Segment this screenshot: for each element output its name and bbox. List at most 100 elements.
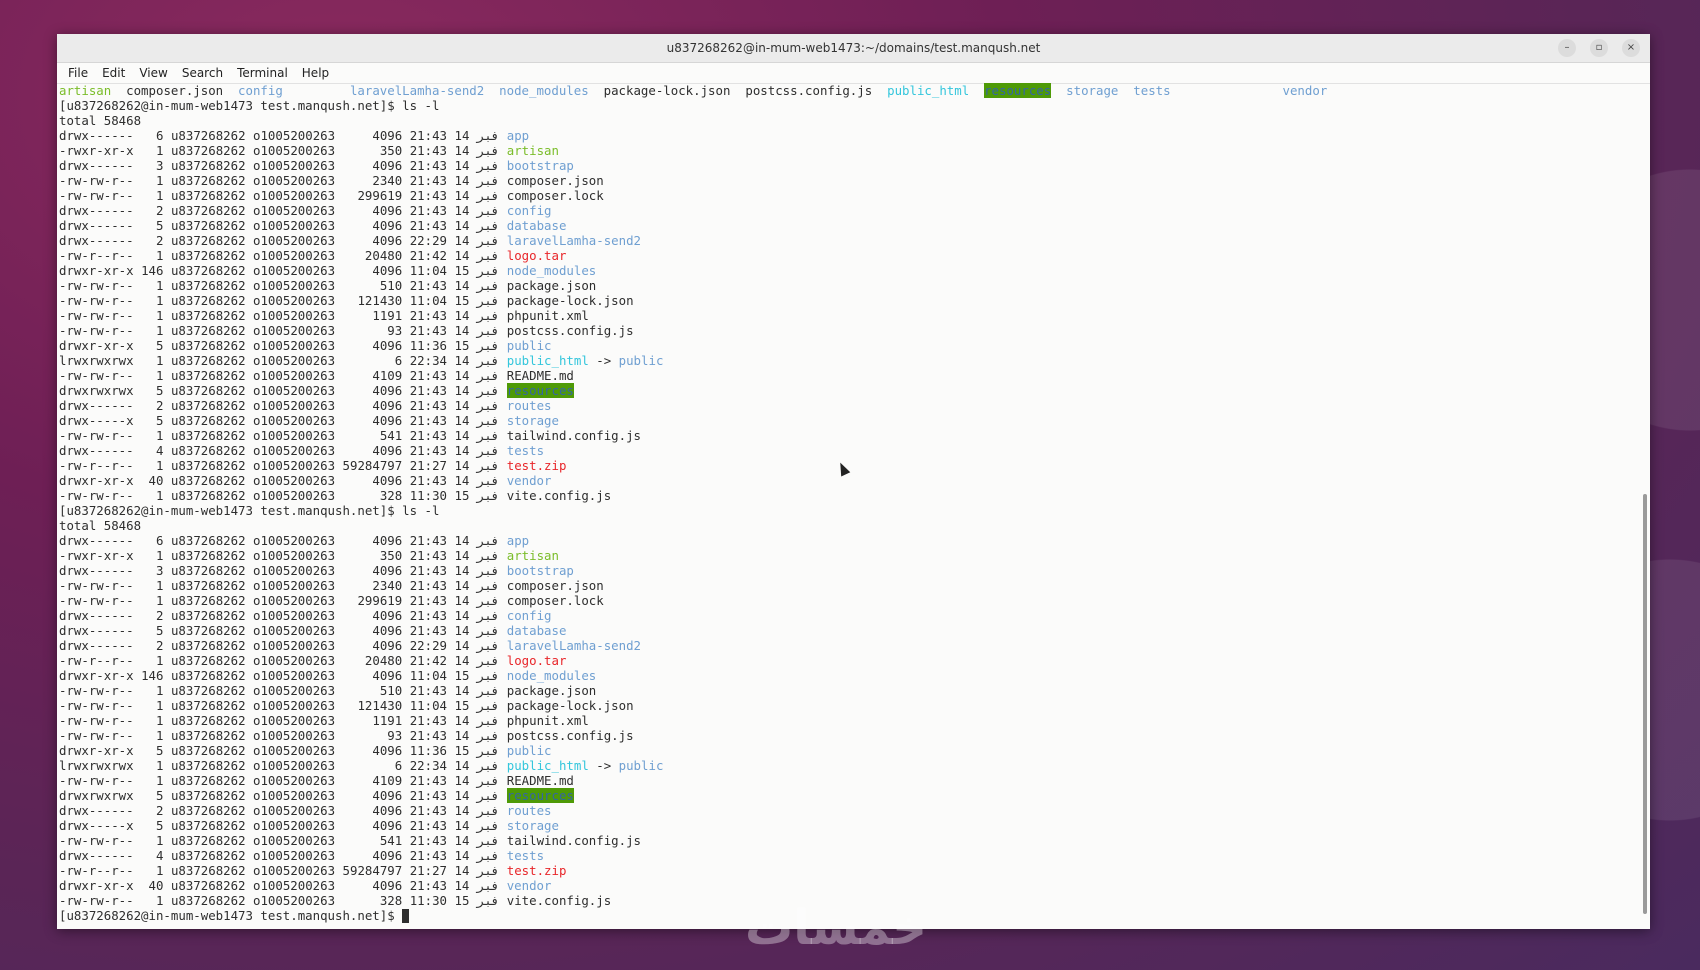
link-count: 5 — [156, 218, 164, 233]
mod-month: فبر — [476, 833, 500, 848]
maximize-button[interactable]: ▫ — [1590, 39, 1608, 57]
owner: u837268262 — [170, 128, 246, 143]
terminal-output[interactable]: artisan composer.json config laravelLamh… — [59, 83, 1636, 929]
link-count: 1 — [156, 863, 164, 878]
file-name: resources — [984, 83, 1052, 98]
group: o1005200263 — [253, 773, 336, 788]
mod-time: 11:36 — [409, 743, 448, 758]
menu-search[interactable]: Search — [175, 66, 230, 80]
file-size: 299619 — [357, 593, 403, 608]
minimize-button[interactable]: – — [1558, 39, 1576, 57]
file-size: 510 — [379, 683, 403, 698]
link-count: 2 — [156, 203, 164, 218]
owner: u837268262 — [170, 578, 246, 593]
file-name: laravelLamha-send2 — [506, 638, 642, 653]
link-count: 6 — [156, 128, 164, 143]
menu-help[interactable]: Help — [295, 66, 336, 80]
file-name: vite.config.js — [506, 893, 612, 908]
menu-view[interactable]: View — [132, 66, 174, 80]
file-size: 93 — [387, 323, 403, 338]
mod-month: فبر — [476, 293, 500, 308]
permissions: -rw-rw-r-- — [59, 188, 134, 203]
permissions: drwx------ — [59, 443, 134, 458]
mod-time: 11:04 — [409, 263, 448, 278]
prompt-text: [u837268262@in-mum-web1473 test.manqush.… — [59, 503, 403, 518]
mod-time: 11:04 — [409, 668, 448, 683]
listing-row: -rw-rw-r-- 1 u837268262 o1005200263 541 … — [59, 428, 1636, 443]
mod-month: فبر — [476, 458, 500, 473]
owner: u837268262 — [170, 863, 246, 878]
file-size: 328 — [379, 893, 403, 908]
group: o1005200263 — [253, 668, 336, 683]
mod-month: فبر — [476, 263, 500, 278]
mod-month: فبر — [476, 698, 500, 713]
owner: u837268262 — [170, 623, 246, 638]
listing-row: drwx------ 2 u837268262 o1005200263 4096… — [59, 803, 1636, 818]
mod-month: فبر — [476, 428, 500, 443]
owner: u837268262 — [170, 398, 246, 413]
link-count: 2 — [156, 398, 164, 413]
prompt-text: [u837268262@in-mum-web1473 test.manqush.… — [59, 98, 403, 113]
mod-time: 11:36 — [409, 338, 448, 353]
permissions: drwx------ — [59, 563, 134, 578]
owner: u837268262 — [170, 668, 246, 683]
file-size: 4096 — [372, 443, 403, 458]
listing-row: -rw-rw-r-- 1 u837268262 o1005200263 510 … — [59, 683, 1636, 698]
owner: u837268262 — [170, 458, 246, 473]
permissions: drwx------ — [59, 158, 134, 173]
group: o1005200263 — [253, 578, 336, 593]
menu-file[interactable]: File — [61, 66, 95, 80]
prompt-line: [u837268262@in-mum-web1473 test.manqush.… — [59, 98, 1636, 113]
listing-row: lrwxrwxrwx 1 u837268262 o1005200263 6 22… — [59, 353, 1636, 368]
group: o1005200263 — [253, 473, 336, 488]
file-name: resources — [506, 383, 574, 398]
menu-bar: File Edit View Search Terminal Help — [57, 63, 1650, 84]
mod-time: 21:27 — [409, 458, 448, 473]
owner: u837268262 — [170, 533, 246, 548]
close-button[interactable]: × — [1622, 39, 1640, 57]
permissions: -rw-rw-r-- — [59, 713, 134, 728]
file-size: 4096 — [372, 818, 403, 833]
mod-time: 21:43 — [409, 143, 448, 158]
window-title: u837268262@in-mum-web1473:~/domains/test… — [666, 41, 1041, 55]
file-size: 93 — [387, 728, 403, 743]
mod-time: 21:43 — [409, 278, 448, 293]
mod-time: 11:04 — [409, 698, 448, 713]
permissions: -rw-r--r-- — [59, 248, 134, 263]
scrollbar[interactable] — [1643, 494, 1647, 914]
mod-time: 21:42 — [409, 248, 448, 263]
owner: u837268262 — [170, 188, 246, 203]
group: o1005200263 — [253, 713, 336, 728]
menu-terminal[interactable]: Terminal — [230, 66, 295, 80]
link-count: 1 — [156, 683, 164, 698]
mod-day: 14 — [454, 233, 470, 248]
group: o1005200263 — [253, 848, 336, 863]
owner: u837268262 — [170, 293, 246, 308]
listing-row: -rw-rw-r-- 1 u837268262 o1005200263 2340… — [59, 173, 1636, 188]
menu-edit[interactable]: Edit — [95, 66, 132, 80]
mod-day: 14 — [454, 833, 470, 848]
file-name: public_html — [506, 353, 589, 368]
group: o1005200263 — [253, 698, 336, 713]
permissions: -rw-rw-r-- — [59, 698, 134, 713]
listing-row: drwx------ 6 u837268262 o1005200263 4096… — [59, 533, 1636, 548]
file-name: public_html — [887, 83, 970, 98]
mod-month: فبر — [476, 863, 500, 878]
mod-time: 22:29 — [409, 638, 448, 653]
file-size: 20480 — [364, 653, 403, 668]
mod-month: فبر — [476, 608, 500, 623]
mod-month: فبر — [476, 713, 500, 728]
owner: u837268262 — [170, 743, 246, 758]
mod-month: فبر — [476, 818, 500, 833]
file-name: public_html — [506, 758, 589, 773]
mod-month: فبر — [476, 278, 500, 293]
permissions: drwx------ — [59, 203, 134, 218]
link-count: 146 — [141, 263, 164, 278]
mod-day: 14 — [454, 398, 470, 413]
mod-day: 14 — [454, 413, 470, 428]
mod-time: 21:43 — [409, 623, 448, 638]
title-bar[interactable]: u837268262@in-mum-web1473:~/domains/test… — [57, 34, 1650, 63]
mod-time: 21:42 — [409, 653, 448, 668]
group: o1005200263 — [253, 593, 336, 608]
listing-row: drwx-----x 5 u837268262 o1005200263 4096… — [59, 413, 1636, 428]
